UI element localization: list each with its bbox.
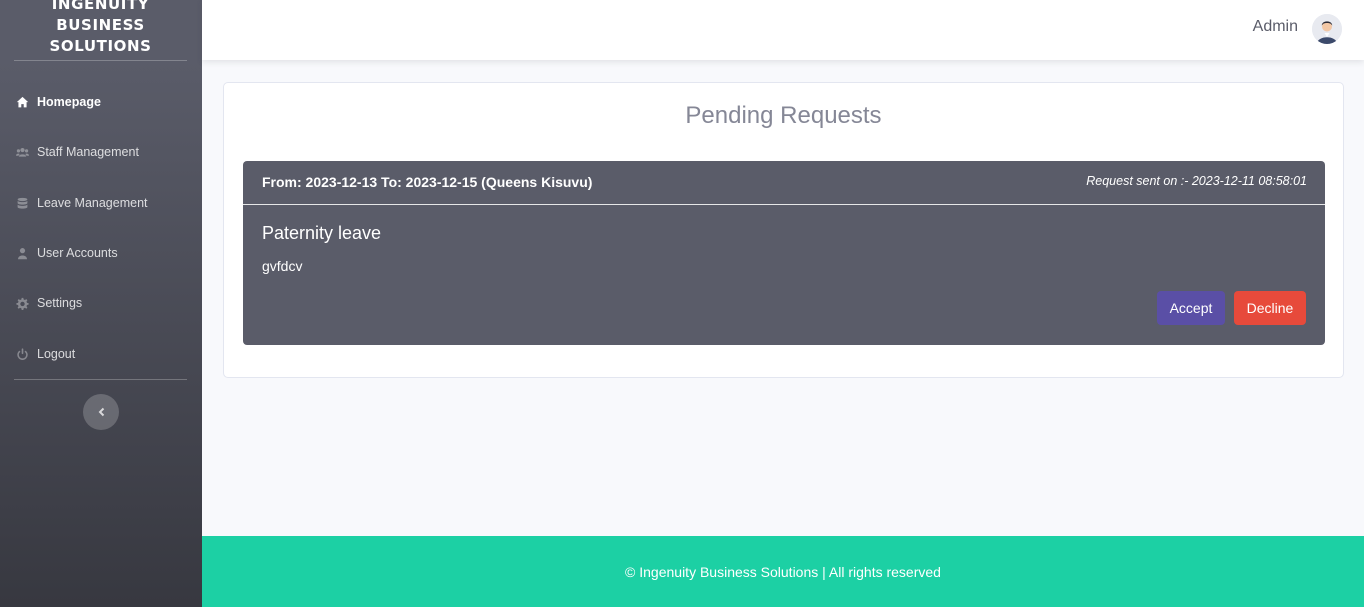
request-date-range: From: 2023-12-13 To: 2023-12-15 (Queens …	[262, 174, 593, 190]
brand-logo[interactable]: INGENUITY BUSINESS SOLUTIONS	[14, 0, 187, 61]
brand-line-3: SOLUTIONS	[49, 37, 152, 55]
topbar: Admin	[202, 0, 1364, 60]
sidebar-item-label: Staff Management	[37, 145, 139, 159]
sidebar-divider	[14, 379, 187, 380]
gear-icon	[14, 295, 30, 311]
sidebar: INGENUITY BUSINESS SOLUTIONS Homepage St…	[0, 0, 202, 607]
request-leave-type: Paternity leave	[262, 223, 382, 243]
sidebar-item-user-accounts[interactable]: User Accounts	[14, 241, 189, 265]
decline-button[interactable]: Decline	[1234, 291, 1306, 325]
sidebar-item-label: Leave Management	[37, 196, 148, 210]
brand-line-2: BUSINESS	[56, 16, 145, 34]
sidebar-item-homepage[interactable]: Homepage	[14, 90, 189, 114]
sidebar-item-leave-management[interactable]: Leave Management	[14, 191, 189, 215]
home-icon	[14, 94, 30, 110]
request-header: From: 2023-12-13 To: 2023-12-15 (Queens …	[243, 161, 1325, 205]
page-title: Pending Requests	[685, 102, 882, 129]
request-sent-timestamp: Request sent on :- 2023-12-11 08:58:01	[1086, 174, 1307, 188]
sidebar-item-settings[interactable]: Settings	[14, 291, 189, 315]
sidebar-item-label: User Accounts	[37, 246, 118, 260]
request-description: gvfdcv	[262, 258, 303, 274]
sidebar-item-logout[interactable]: Logout	[14, 342, 189, 366]
sidebar-item-staff-management[interactable]: Staff Management	[14, 140, 189, 164]
user-name[interactable]: Admin	[1253, 18, 1298, 36]
users-icon	[14, 144, 30, 160]
user-icon	[14, 245, 30, 261]
accept-button[interactable]: Accept	[1157, 291, 1225, 325]
chevron-left-icon	[98, 407, 105, 417]
pending-requests-card: Pending Requests From: 2023-12-13 To: 20…	[223, 82, 1344, 378]
user-avatar[interactable]	[1312, 14, 1342, 44]
footer: © Ingenuity Business Solutions | All rig…	[202, 536, 1364, 607]
sidebar-toggle-button[interactable]	[83, 394, 119, 430]
power-icon	[14, 346, 30, 362]
brand-line-1: INGENUITY	[51, 0, 150, 13]
sidebar-item-label: Settings	[37, 296, 83, 310]
footer-copyright: © Ingenuity Business Solutions | All rig…	[625, 563, 941, 580]
database-icon	[14, 195, 30, 211]
leave-request-item: From: 2023-12-13 To: 2023-12-15 (Queens …	[243, 161, 1325, 345]
sidebar-item-label: Logout	[37, 347, 76, 361]
sidebar-item-label: Homepage	[37, 95, 101, 109]
